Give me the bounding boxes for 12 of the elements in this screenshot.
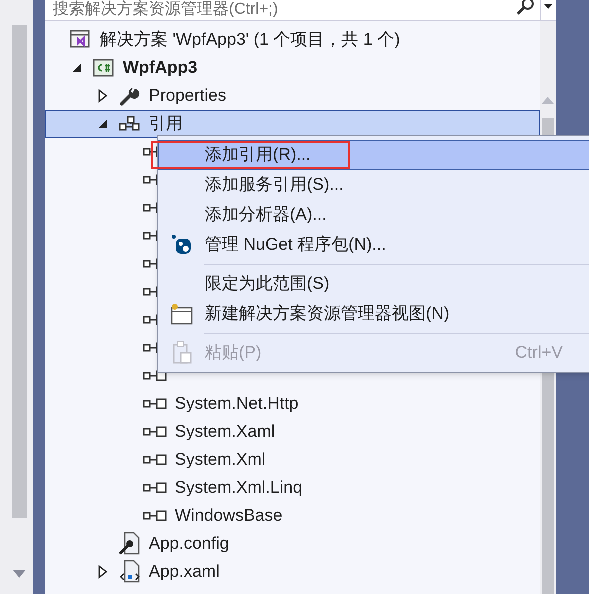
tree-label: System.Net.Http	[175, 393, 299, 416]
tree-label: 解决方案 'WpfApp3' (1 个项目，共 1 个)	[100, 29, 400, 52]
tree-label: System.Xaml	[175, 421, 276, 444]
tree-label: System.Xml	[175, 449, 266, 472]
tree-label: WindowsBase	[175, 505, 283, 528]
tree-label: App.config	[149, 533, 230, 556]
tree-label: WpfApp3	[123, 57, 198, 80]
tree-label: System.Xml.Linq	[175, 477, 303, 500]
shortcut-label: Ctrl+V	[515, 342, 563, 364]
tree-label: Properties	[149, 85, 226, 108]
tree-label: 引用	[149, 113, 183, 136]
tree-label: App.xaml	[149, 561, 220, 584]
